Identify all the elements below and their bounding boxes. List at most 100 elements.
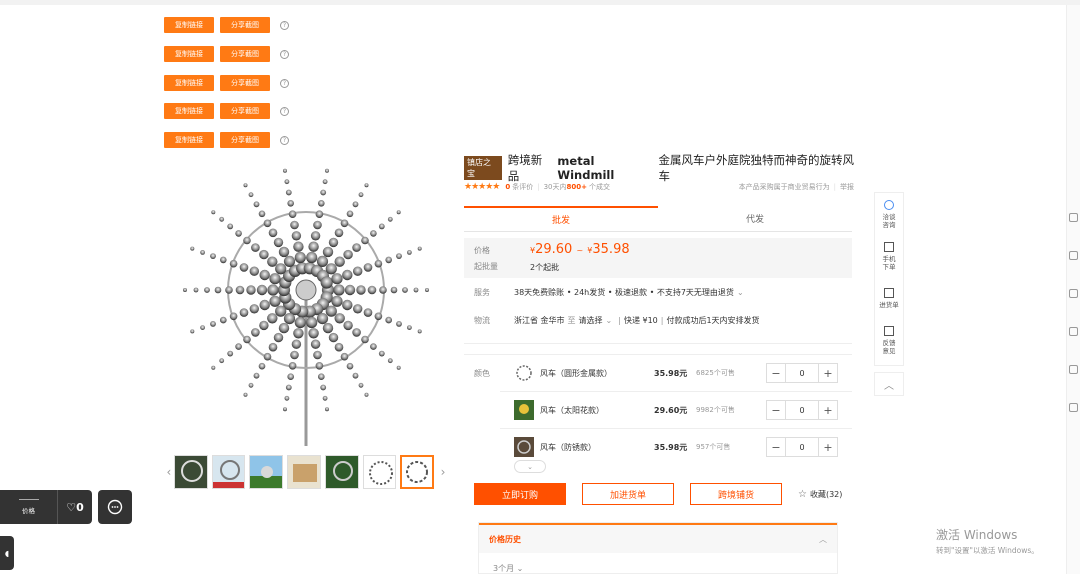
expand-skus-button[interactable]: ⌄ bbox=[514, 460, 546, 473]
ship-to-select[interactable]: 请选择 bbox=[579, 315, 603, 326]
windmill-cup bbox=[287, 200, 294, 207]
help-icon[interactable]: ? bbox=[280, 106, 289, 116]
review-count[interactable]: 0 bbox=[505, 183, 510, 191]
side-chat[interactable]: 洽谈 咨询 bbox=[875, 193, 903, 235]
tab-dropship[interactable]: 代发 bbox=[658, 206, 852, 231]
add-to-cart-button[interactable]: 加进货单 bbox=[582, 483, 674, 505]
windmill-cup bbox=[267, 313, 278, 324]
decrease-button[interactable]: − bbox=[767, 441, 785, 454]
side-tab-icon[interactable]: ◖ bbox=[0, 536, 14, 570]
thumbnail-selected[interactable] bbox=[400, 455, 435, 489]
favorite-widget[interactable]: ♡ 0 bbox=[58, 501, 92, 514]
quantity-input[interactable]: 0 bbox=[785, 401, 819, 419]
decrease-button[interactable]: − bbox=[767, 404, 785, 417]
quantity-stepper: − 0 + bbox=[766, 437, 838, 457]
product-title: 镇店之宝 跨境新品 metal Windmill 金属风车户外庭院独特而神奇的旋… bbox=[464, 153, 864, 183]
share-screenshot-button[interactable]: 分享截图 bbox=[220, 132, 270, 148]
copy-link-button[interactable]: 复制链接 bbox=[164, 46, 214, 62]
period-select[interactable]: 3个月 ⌄ bbox=[493, 563, 523, 574]
thumb-prev-arrow[interactable]: ‹ bbox=[164, 454, 174, 490]
back-to-top-button[interactable]: ︿ bbox=[874, 372, 904, 396]
tab-wholesale[interactable]: 批发 bbox=[464, 206, 658, 231]
strip-icon[interactable] bbox=[1069, 365, 1078, 374]
windmill-cup bbox=[333, 284, 345, 296]
side-mobile-order[interactable]: 手机 下单 bbox=[875, 235, 903, 277]
heart-icon: ♡ bbox=[66, 500, 77, 514]
floating-price-bar[interactable]: 价格 ♡ 0 bbox=[0, 490, 92, 524]
quantity-input[interactable]: 0 bbox=[785, 364, 819, 382]
increase-button[interactable]: + bbox=[819, 441, 837, 454]
buy-now-button[interactable]: 立即订购 bbox=[474, 483, 566, 505]
increase-button[interactable]: + bbox=[819, 404, 837, 417]
help-icon[interactable]: ? bbox=[280, 49, 289, 59]
price-history-header[interactable]: 价格历史 ︿ bbox=[479, 523, 837, 553]
windmill-cup bbox=[267, 256, 278, 267]
windmill-cup bbox=[310, 339, 321, 349]
strip-icon[interactable] bbox=[1069, 213, 1078, 222]
thumb-next-arrow[interactable]: › bbox=[438, 454, 448, 490]
windmill-cup bbox=[200, 250, 205, 255]
help-icon[interactable]: ? bbox=[280, 135, 289, 145]
divider: | bbox=[618, 315, 621, 325]
windmill-cup bbox=[352, 328, 361, 337]
windmill-cup bbox=[417, 329, 422, 334]
strip-icon[interactable] bbox=[1069, 403, 1078, 412]
windmill-cup bbox=[235, 230, 242, 237]
strip-icon[interactable] bbox=[1069, 251, 1078, 260]
thumbnail[interactable] bbox=[287, 455, 321, 489]
windmill-cup bbox=[220, 316, 227, 324]
thumbnail[interactable] bbox=[211, 455, 246, 489]
thumbnail[interactable] bbox=[324, 455, 359, 489]
side-cart[interactable]: 进货单 bbox=[875, 277, 903, 319]
quantity-input[interactable]: 0 bbox=[785, 438, 819, 456]
product-main-image[interactable] bbox=[164, 160, 448, 446]
report-link[interactable]: 举报 bbox=[840, 182, 854, 192]
price-range: ¥29.60 ~ ¥35.98 bbox=[530, 242, 630, 257]
thumbnail[interactable] bbox=[249, 455, 284, 489]
help-icon[interactable]: ? bbox=[280, 20, 289, 30]
copy-link-button[interactable]: 复制链接 bbox=[164, 17, 214, 33]
strip-icon[interactable] bbox=[1069, 289, 1078, 298]
copy-link-button[interactable]: 复制链接 bbox=[164, 132, 214, 148]
sku-row: 风车（圆形金属款） 35.98元 6825个可售 − 0 + bbox=[514, 362, 840, 384]
quantity-stepper: − 0 + bbox=[766, 363, 838, 383]
strip-icon[interactable] bbox=[1069, 327, 1078, 336]
crossborder-button[interactable]: 跨境铺货 bbox=[690, 483, 782, 505]
color-label: 颜色 bbox=[474, 369, 490, 378]
chevron-down-icon[interactable]: ⌄ bbox=[737, 288, 744, 297]
decrease-button[interactable]: − bbox=[767, 367, 785, 380]
copy-link-button[interactable]: 复制链接 bbox=[164, 75, 214, 91]
sku-image[interactable] bbox=[514, 400, 534, 420]
share-screenshot-button[interactable]: 分享截图 bbox=[220, 46, 270, 62]
chevron-down-icon[interactable]: ⌄ bbox=[606, 316, 613, 325]
windmill-cup bbox=[370, 343, 377, 350]
price-widget[interactable]: 价格 bbox=[0, 490, 58, 524]
favorite-button[interactable]: ☆ 收藏(32) bbox=[798, 489, 842, 500]
side-feedback[interactable]: 反馈 意见 bbox=[875, 319, 903, 361]
windmill-cup bbox=[390, 286, 398, 294]
windmill-cup bbox=[249, 266, 259, 276]
copy-link-button[interactable]: 复制链接 bbox=[164, 103, 214, 119]
windmill-cup bbox=[315, 210, 324, 218]
watermark-line1: 激活 Windows bbox=[936, 528, 1018, 542]
windmill-cup bbox=[306, 251, 318, 264]
side-label: 手机 bbox=[882, 254, 896, 263]
windmill-cup bbox=[325, 168, 329, 173]
share-screenshot-button[interactable]: 分享截图 bbox=[220, 103, 270, 119]
share-screenshot-button[interactable]: 分享截图 bbox=[220, 17, 270, 33]
windmill-cup bbox=[211, 210, 216, 215]
help-icon[interactable]: ? bbox=[280, 78, 289, 88]
windmill-cup bbox=[322, 179, 328, 185]
windmill-cup bbox=[316, 313, 329, 325]
share-screenshot-button[interactable]: 分享截图 bbox=[220, 75, 270, 91]
thumbnail[interactable] bbox=[362, 455, 397, 489]
windmill-cup bbox=[269, 273, 281, 285]
windmill-cup bbox=[325, 407, 329, 412]
review-label[interactable]: 条评价 bbox=[512, 182, 533, 192]
chat-float-button[interactable] bbox=[98, 490, 132, 524]
collapse-icon[interactable]: ︿ bbox=[819, 534, 827, 545]
thumbnail[interactable] bbox=[173, 455, 208, 489]
sku-image[interactable] bbox=[514, 363, 534, 383]
sku-image[interactable] bbox=[514, 437, 534, 457]
increase-button[interactable]: + bbox=[819, 367, 837, 380]
